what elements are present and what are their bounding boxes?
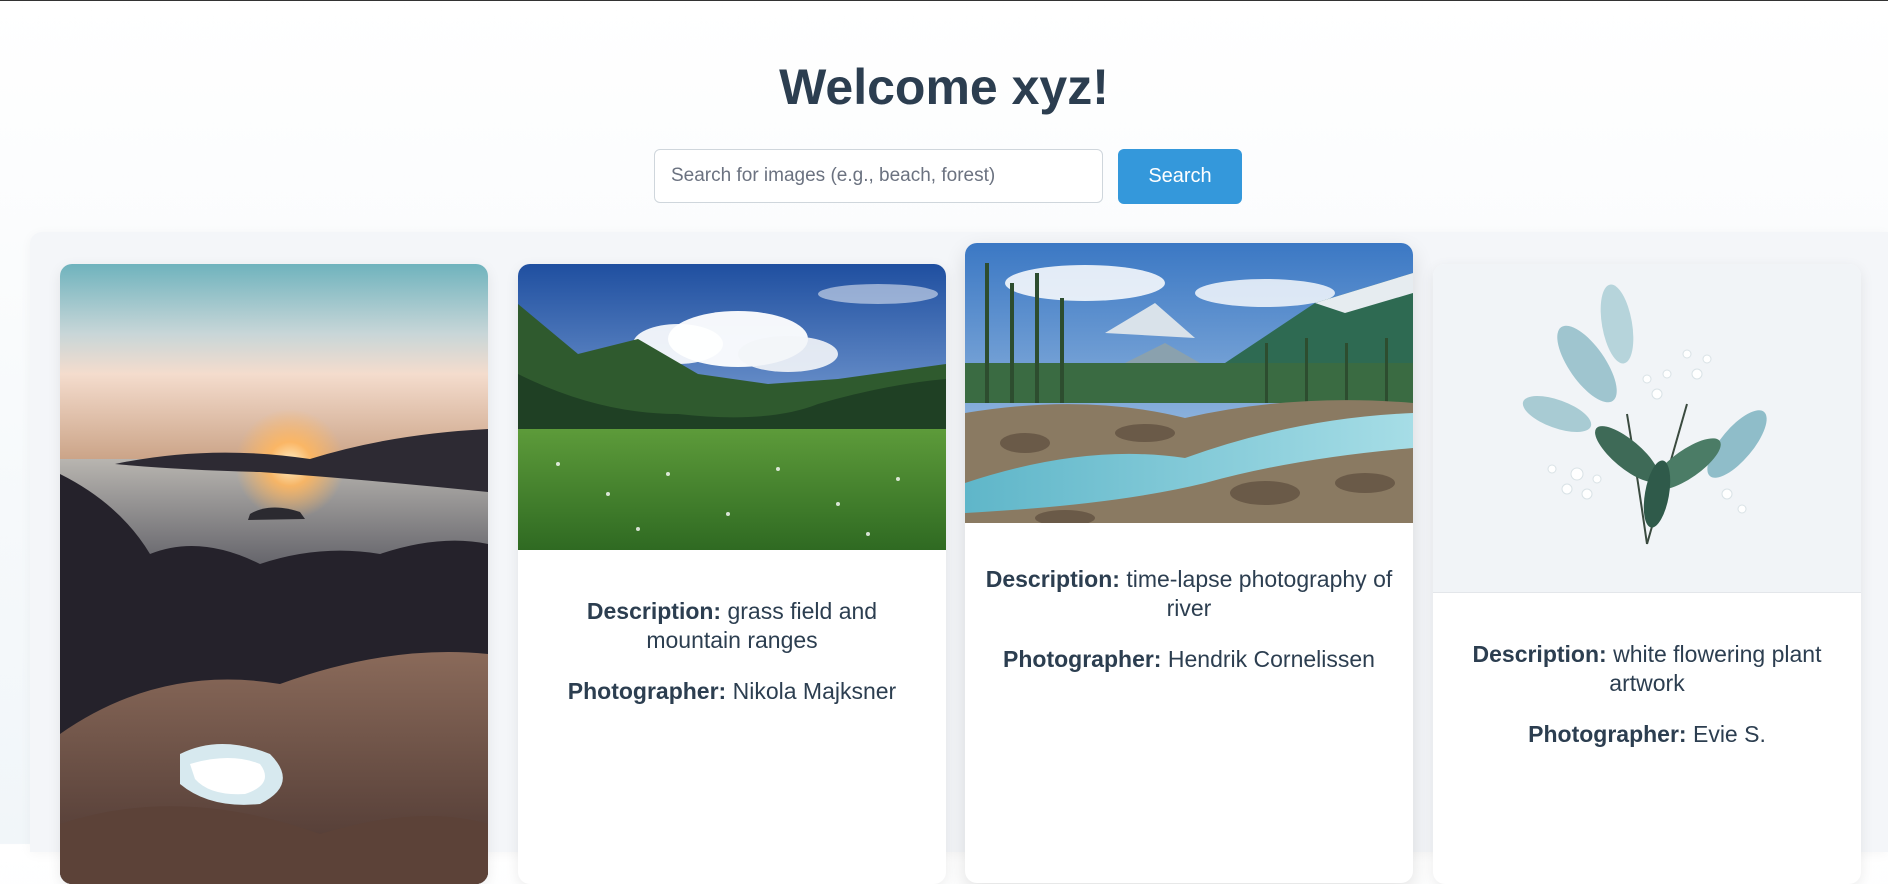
image-card[interactable] bbox=[60, 264, 488, 884]
photographer-label: Photographer: bbox=[567, 678, 727, 704]
flowering-plant-photo bbox=[1433, 264, 1861, 593]
search-input[interactable] bbox=[654, 149, 1103, 203]
page-title: Welcome xyz! bbox=[779, 59, 1109, 115]
lake-sunset-photo bbox=[60, 264, 488, 884]
card-description: Description: time-lapse photography of r… bbox=[985, 565, 1393, 623]
image-gallery: Description: grass field and mountain ra… bbox=[30, 232, 1888, 884]
top-border bbox=[0, 0, 1888, 1]
photographer-name: Hendrik Cornelissen bbox=[1167, 646, 1375, 672]
card-description: Description: white flowering plant artwo… bbox=[1453, 640, 1841, 698]
card-photographer: Photographer: Evie S. bbox=[1453, 720, 1841, 749]
image-card[interactable]: Description: white flowering plant artwo… bbox=[1433, 264, 1861, 884]
card-info: Description: time-lapse photography of r… bbox=[965, 523, 1413, 674]
photographer-name: Evie S. bbox=[1692, 721, 1766, 747]
search-button[interactable]: Search bbox=[1118, 149, 1242, 204]
description-text: time-lapse photography of river bbox=[1126, 566, 1393, 621]
description-text: white flowering plant artwork bbox=[1609, 641, 1822, 696]
image-card[interactable]: Description: grass field and mountain ra… bbox=[518, 264, 946, 884]
photographer-label: Photographer: bbox=[1003, 646, 1162, 672]
card-photographer: Photographer: Hendrik Cornelissen bbox=[985, 645, 1393, 674]
grass-field-photo bbox=[518, 264, 946, 550]
card-info: Description: white flowering plant artwo… bbox=[1433, 593, 1861, 749]
river-photo bbox=[965, 243, 1413, 523]
image-card[interactable]: Description: time-lapse photography of r… bbox=[965, 243, 1413, 883]
description-label: Description: bbox=[1472, 641, 1607, 667]
photographer-name: Nikola Majksner bbox=[732, 678, 897, 704]
card-photographer: Photographer: Nikola Majksner bbox=[538, 677, 926, 706]
photographer-label: Photographer: bbox=[1528, 721, 1687, 747]
search-bar: Search bbox=[654, 149, 1242, 204]
card-info: Description: grass field and mountain ra… bbox=[518, 550, 946, 706]
card-description: Description: grass field and mountain ra… bbox=[538, 597, 926, 655]
description-label: Description: bbox=[586, 598, 722, 624]
description-label: Description: bbox=[985, 566, 1120, 592]
